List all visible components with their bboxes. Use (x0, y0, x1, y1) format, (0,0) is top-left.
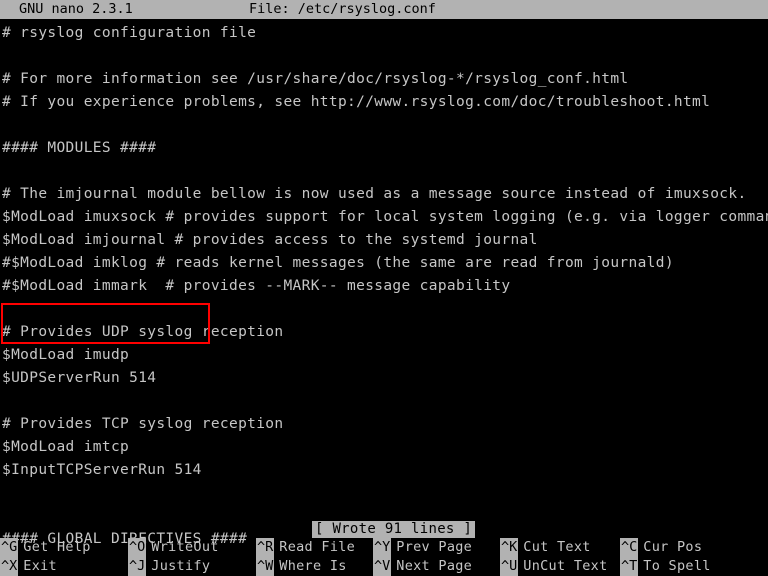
shortcut-key: ^Y (373, 538, 392, 557)
editor-line: $ModLoad imuxsock # provides support for… (2, 209, 768, 225)
editor-line: # For more information see /usr/share/do… (2, 71, 629, 87)
shortcut-label: Cur Pos (643, 539, 703, 555)
shortcut-column: ^Y Prev Page ^V Next Page (373, 538, 472, 576)
shortcut-column: ^R Read File ^W Where Is (256, 538, 355, 576)
shortcut-label: Get Help (23, 539, 91, 555)
shortcut-key: ^U (500, 557, 519, 576)
shortcut-key: ^R (256, 538, 275, 557)
shortcut-label: UnCut Text (523, 558, 608, 574)
shortcut-item[interactable]: ^X Exit (0, 557, 91, 576)
shortcut-label: Next Page (396, 558, 473, 574)
shortcut-key: ^V (373, 557, 392, 576)
shortcut-item[interactable]: ^Y Prev Page (373, 538, 472, 557)
shortcut-item[interactable]: ^W Where Is (256, 557, 355, 576)
shortcut-label: Exit (23, 558, 57, 574)
editor-line: # The imjournal module bellow is now use… (2, 186, 747, 202)
shortcut-label: Where Is (279, 558, 347, 574)
editor-line: $InputTCPServerRun 514 (2, 462, 202, 478)
editor-line: #$ModLoad immark # provides --MARK-- mes… (2, 278, 511, 294)
shortcut-key: ^X (0, 557, 19, 576)
editor-line: # Provides TCP syslog reception (2, 416, 284, 432)
editor-line: $ModLoad imtcp (2, 439, 130, 455)
editor-line: # rsyslog configuration file (2, 25, 257, 41)
shortcut-label: Cut Text (523, 539, 591, 555)
shortcut-label: Prev Page (396, 539, 473, 555)
editor-text-area[interactable]: # rsyslog configuration file # For more i… (0, 22, 768, 547)
titlebar: GNU nano 2.3.1 File: /etc/rsyslog.conf (0, 0, 768, 19)
shortcut-label: WriteOut (151, 539, 219, 555)
shortcut-item[interactable]: ^U UnCut Text (500, 557, 608, 576)
editor-line: $ModLoad imudp (2, 347, 130, 363)
filename-label: File: /etc/rsyslog.conf (249, 1, 436, 17)
nano-editor-screen: GNU nano 2.3.1 File: /etc/rsyslog.conf #… (0, 0, 768, 576)
shortcut-item[interactable]: ^G Get Help (0, 538, 91, 557)
shortcut-item[interactable]: ^J Justify (128, 557, 219, 576)
shortcut-item[interactable]: ^C Cur Pos (620, 538, 711, 557)
shortcut-item[interactable]: ^O WriteOut (128, 538, 219, 557)
shortcut-key: ^G (0, 538, 19, 557)
editor-line: #$ModLoad imklog # reads kernel messages… (2, 255, 674, 271)
shortcut-label: Read File (279, 539, 356, 555)
shortcut-bar: ^G Get Help ^X Exit ^O WriteOut ^J Justify ^R Rea… (0, 538, 768, 576)
shortcut-key: ^C (620, 538, 639, 557)
shortcut-column: ^C Cur Pos ^T To Spell (620, 538, 711, 576)
shortcut-item[interactable]: ^K Cut Text (500, 538, 608, 557)
shortcut-column: ^O WriteOut ^J Justify (128, 538, 219, 576)
status-message: [ Wrote 91 lines ] (312, 521, 476, 538)
shortcut-key: ^K (500, 538, 519, 557)
editor-line: # If you experience problems, see http:/… (2, 94, 711, 110)
shortcut-key: ^J (128, 557, 147, 576)
editor-line: # Provides UDP syslog reception (2, 324, 284, 340)
shortcut-label: To Spell (643, 558, 711, 574)
app-version-label: GNU nano 2.3.1 (19, 1, 133, 17)
shortcut-item[interactable]: ^T To Spell (620, 557, 711, 576)
shortcut-key: ^T (620, 557, 639, 576)
editor-line: $ModLoad imjournal # provides access to … (2, 232, 538, 248)
shortcut-item[interactable]: ^R Read File (256, 538, 355, 557)
shortcut-column: ^K Cut Text ^U UnCut Text (500, 538, 608, 576)
shortcut-key: ^W (256, 557, 275, 576)
shortcut-key: ^O (128, 538, 147, 557)
editor-line: #### MODULES #### (2, 140, 157, 156)
editor-line: $UDPServerRun 514 (2, 370, 157, 386)
shortcut-column: ^G Get Help ^X Exit (0, 538, 91, 576)
shortcut-item[interactable]: ^V Next Page (373, 557, 472, 576)
shortcut-label: Justify (151, 558, 211, 574)
